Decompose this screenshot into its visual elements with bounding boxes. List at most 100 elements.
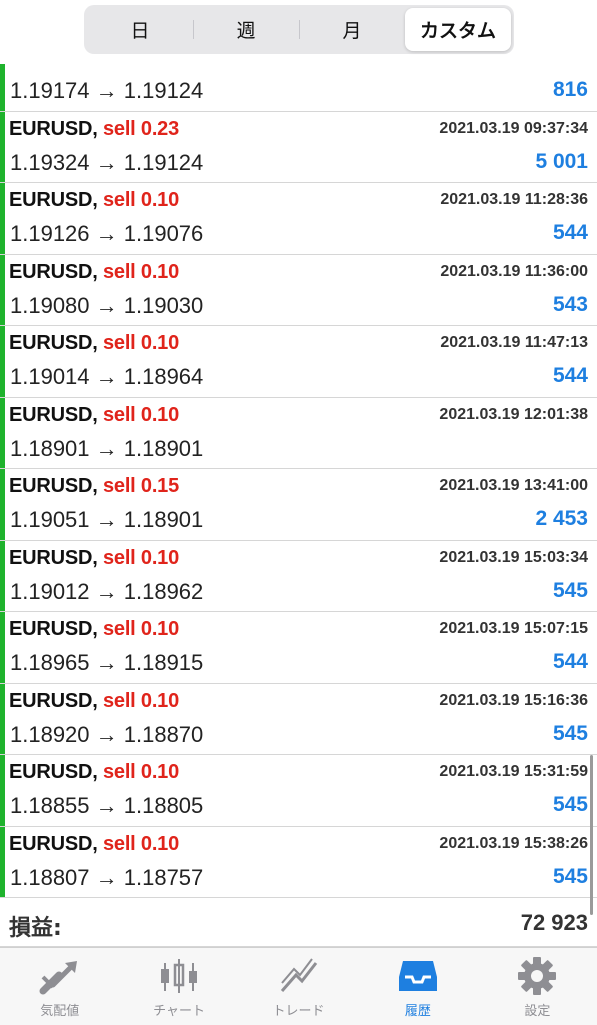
trade-side-volume: sell 0.15 (102, 475, 180, 497)
segment-month[interactable]: 月 (299, 8, 405, 51)
trade-side-volume: sell 0.10 (102, 689, 180, 712)
trade-profit: 5 001 (535, 149, 588, 173)
trade-side-volume: sell 0.10 (102, 761, 180, 783)
trade-profit: 545 (552, 793, 588, 816)
summary-value: 72 923 (520, 910, 588, 935)
trade-time: 2021.03.19 15:07:15 (439, 620, 588, 637)
trade-prices: 1.19014 → 1.18964 (10, 364, 204, 389)
trade-prices: 1.18920 → 1.18870 (10, 721, 204, 747)
trade-prices: 1.19174 → 1.19124 (10, 78, 204, 103)
tab-quotes[interactable]: 気配値 (0, 948, 119, 1025)
position-bar (0, 826, 5, 897)
tab-label: 履歴 (404, 1004, 431, 1019)
trade-row[interactable]: EURUSD, sell 0.15 2021.03.19 13:41:00 1.19… (0, 469, 597, 541)
trade-prices: 1.19324 → 1.19124 (10, 149, 204, 175)
symbol-name: EURUSD, (9, 761, 98, 783)
segment-custom[interactable]: カスタム (405, 8, 511, 51)
trade-time: 2021.03.19 15:03:34 (439, 548, 588, 566)
position-bar (0, 111, 5, 182)
candlestick-chart-icon (157, 956, 201, 996)
symbol-name: EURUSD, (9, 332, 98, 354)
trade-symbol: EURUSD, sell 0.10 (9, 404, 179, 427)
trade-profit: 545 (552, 721, 588, 745)
tab-label: トレード (272, 1004, 325, 1019)
symbol-name: EURUSD, (9, 403, 98, 426)
trade-symbol: EURUSD, sell 0.10 (9, 761, 179, 784)
trade-row[interactable]: EURUSD, sell 0.10 2021.03.19 15:07:15 1.18… (0, 612, 597, 684)
trade-time: 2021.03.19 11:36:00 (440, 262, 588, 280)
symbol-name: EURUSD, (9, 689, 98, 712)
trade-time: 2021.03.19 09:37:34 (439, 119, 588, 137)
trade-time: 2021.03.19 11:47:13 (440, 334, 588, 351)
trade-time: 2021.03.19 13:41:00 (439, 477, 588, 494)
trade-symbol: EURUSD, sell 0.23 (9, 118, 179, 141)
position-bar (0, 683, 5, 754)
position-bar (0, 612, 5, 683)
quotes-arrows-icon (38, 956, 82, 996)
symbol-name: EURUSD, (9, 832, 98, 855)
trade-time: 2021.03.19 12:01:38 (439, 405, 588, 423)
trade-side-volume: sell 0.10 (102, 546, 180, 569)
scroll-indicator[interactable] (590, 755, 593, 915)
period-segmented-control: 日 週 月 カスタム (84, 5, 514, 54)
trade-time: 2021.03.19 15:31:59 (439, 763, 588, 780)
trade-row[interactable]: EURUSD, sell 0.23 2021.03.19 09:37:34 1.19… (0, 111, 597, 183)
symbol-name: EURUSD, (9, 117, 98, 140)
trade-symbol: EURUSD, sell 0.15 (9, 475, 179, 498)
trade-row[interactable]: EURUSD, sell 0.10 2021.03.19 15:16:36 1.18… (0, 683, 597, 755)
trade-symbol: EURUSD, sell 0.10 (9, 547, 179, 570)
trade-profit: 543 (552, 292, 588, 316)
position-bar (0, 326, 5, 397)
symbol-name: EURUSD, (9, 618, 98, 640)
trade-row[interactable]: EURUSD, sell 0.10 2021.03.19 11:47:13 1.19… (0, 326, 597, 398)
period-filter-bar: 日 週 月 カスタム (0, 0, 597, 64)
trade-side-volume: sell 0.10 (102, 189, 180, 211)
trade-row[interactable]: EURUSD, sell 0.10 2021.03.19 11:36:00 1.19… (0, 254, 597, 326)
trade-row[interactable]: EURUSD, sell 0.10 2021.03.19 11:28:36 1.19… (0, 183, 597, 255)
trade-profit: 2 453 (535, 507, 588, 530)
trade-prices: 1.19012 → 1.18962 (10, 578, 204, 604)
tab-settings[interactable]: 設定 (478, 948, 597, 1025)
trade-line-icon (277, 956, 321, 996)
trade-side-volume: sell 0.10 (102, 332, 180, 354)
position-bar (0, 755, 5, 826)
segment-week[interactable]: 週 (193, 8, 299, 51)
trade-side-volume: sell 0.23 (102, 117, 180, 140)
trade-prices: 1.19126 → 1.19076 (10, 221, 204, 246)
trade-prices: 1.18901 → 1.18901 (10, 435, 204, 461)
trade-prices: 1.19080 → 1.19030 (10, 292, 204, 318)
trade-side-volume: sell 0.10 (102, 618, 180, 640)
tab-label: 気配値 (40, 1004, 80, 1019)
tab-history[interactable]: 履歴 (358, 948, 477, 1025)
trade-profit: 545 (552, 864, 588, 888)
trade-history-list[interactable]: 1.19174 → 1.19124 816 EURUSD, sell 0.23 2… (0, 40, 597, 898)
tab-label: チャート (153, 1004, 206, 1019)
symbol-name: EURUSD, (9, 189, 98, 211)
trade-row[interactable]: EURUSD, sell 0.10 2021.03.19 15:31:59 1.18… (0, 755, 597, 827)
position-bar (0, 397, 5, 468)
trade-symbol: EURUSD, sell 0.10 (9, 261, 179, 284)
trade-symbol: EURUSD, sell 0.10 (9, 332, 179, 355)
position-bar (0, 540, 5, 611)
profit-summary: 損益: 72 923 (0, 900, 597, 947)
segment-day[interactable]: 日 (87, 8, 193, 51)
trade-profit: 816 (552, 78, 588, 101)
trade-prices: 1.18807 → 1.18757 (10, 864, 204, 890)
position-bar (0, 183, 5, 254)
trade-profit: 544 (552, 650, 588, 673)
bottom-tab-bar: 気配値 チャート トレード 履歴 設定 (0, 947, 597, 1025)
trade-time: 2021.03.19 15:38:26 (439, 834, 588, 852)
trade-profit: 544 (552, 221, 588, 244)
summary-label: 損益: (9, 916, 62, 941)
trade-row[interactable]: EURUSD, sell 0.10 2021.03.19 12:01:38 1.18… (0, 397, 597, 469)
trade-row[interactable]: EURUSD, sell 0.10 2021.03.19 15:38:26 1.18… (0, 826, 597, 898)
tab-chart[interactable]: チャート (119, 948, 238, 1025)
history-inbox-icon (396, 956, 440, 996)
trade-row[interactable]: EURUSD, sell 0.10 2021.03.19 15:03:34 1.19… (0, 540, 597, 612)
symbol-name: EURUSD, (9, 546, 98, 569)
trade-side-volume: sell 0.10 (102, 403, 180, 426)
trade-side-volume: sell 0.10 (102, 832, 180, 855)
trade-symbol: EURUSD, sell 0.10 (9, 690, 179, 713)
position-bar (0, 469, 5, 540)
tab-trade[interactable]: トレード (239, 948, 358, 1025)
